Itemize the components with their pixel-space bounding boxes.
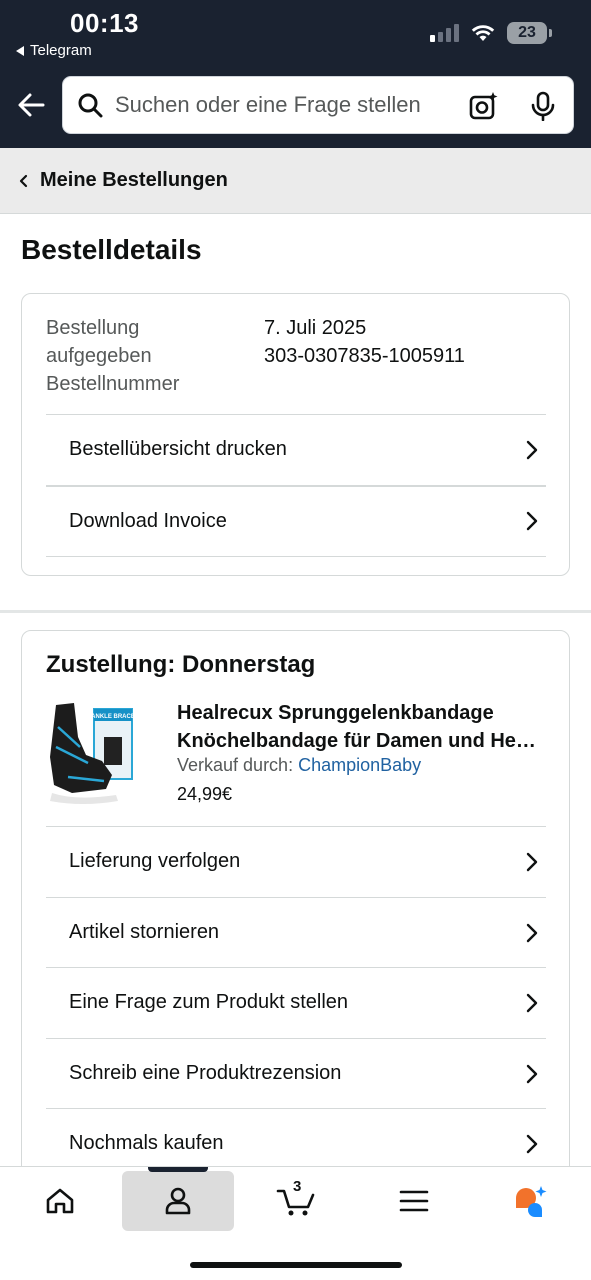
search-bar[interactable] xyxy=(62,76,574,134)
rufus-assistant-icon xyxy=(516,1186,547,1217)
order-number: 303-0307835-1005911 xyxy=(264,345,465,367)
chevron-right-icon xyxy=(526,1134,538,1153)
breadcrumb[interactable]: Meine Bestellungen xyxy=(0,148,591,214)
buy-again-label: Nochmals kaufen xyxy=(69,1132,224,1154)
chevron-right-icon xyxy=(526,511,538,531)
back-arrow-icon[interactable] xyxy=(16,90,46,120)
search-input[interactable] xyxy=(115,92,455,118)
seller-link[interactable]: ChampionBaby xyxy=(298,755,421,775)
order-date: 7. Juli 2025 xyxy=(264,317,367,339)
ask-product-question-row[interactable]: Eine Frage zum Produkt stellen xyxy=(46,967,546,1037)
back-app-label: Telegram xyxy=(30,42,92,59)
nav-account[interactable] xyxy=(158,1181,198,1221)
chevron-right-icon xyxy=(526,923,538,942)
status-icons: 23 xyxy=(430,22,552,44)
microphone-icon[interactable] xyxy=(529,91,557,121)
print-order-summary-label: Bestellübersicht drucken xyxy=(69,438,287,460)
order-number-label: Bestellnummer xyxy=(46,373,180,395)
product-title[interactable]: Healrecux Sprunggelenkbandage Knöchelban… xyxy=(177,699,547,755)
cancel-item-row[interactable]: Artikel stornieren xyxy=(46,897,546,967)
home-icon xyxy=(46,1188,74,1214)
product-image-box-label: ANKLE BRACE xyxy=(91,714,135,720)
chevron-right-icon xyxy=(526,993,538,1012)
section-divider xyxy=(0,610,591,613)
order-meta-labels: Bestellung aufgegeben Bestellnummer xyxy=(46,314,246,398)
nav-menu[interactable] xyxy=(394,1181,434,1221)
chevron-right-icon xyxy=(526,852,538,871)
write-review-label: Schreib eine Produktrezension xyxy=(69,1062,342,1084)
nav-home[interactable] xyxy=(40,1181,80,1221)
delivery-status: Zustellung: Donnerstag xyxy=(46,651,316,678)
product-title-line2[interactable]: Knöchelbandage für Damen und He… xyxy=(177,727,547,755)
hamburger-menu-icon xyxy=(399,1190,429,1212)
status-time: 00:13 xyxy=(70,8,139,38)
camera-search-icon[interactable] xyxy=(469,91,499,121)
track-package-label: Lieferung verfolgen xyxy=(69,850,241,872)
chevron-right-icon xyxy=(526,1064,538,1083)
nav-cart[interactable]: 3 xyxy=(276,1178,316,1221)
order-placed-label-line1: Bestellung xyxy=(46,317,140,339)
person-icon xyxy=(165,1187,191,1215)
download-invoice-label: Download Invoice xyxy=(69,509,227,532)
order-placed-label-line2: aufgegeben xyxy=(46,345,152,367)
breadcrumb-label[interactable]: Meine Bestellungen xyxy=(40,169,228,192)
order-meta-values: 7. Juli 2025 303-0307835-1005911 xyxy=(264,314,465,370)
track-package-row[interactable]: Lieferung verfolgen xyxy=(46,826,546,896)
chevron-right-icon xyxy=(526,440,538,459)
battery-indicator: 23 xyxy=(507,22,552,44)
divider xyxy=(46,556,546,557)
seller-info: Verkauf durch: ChampionBaby xyxy=(177,755,421,776)
back-triangle-icon xyxy=(16,45,24,56)
search-icon xyxy=(78,93,103,118)
page-title: Bestelldetails xyxy=(21,234,202,265)
product-title-line1[interactable]: Healrecux Sprunggelenkbandage xyxy=(177,699,547,727)
product-price: 24,99€ xyxy=(177,784,233,804)
write-review-row[interactable]: Schreib eine Produktrezension xyxy=(46,1038,546,1108)
back-to-app-link[interactable]: Telegram xyxy=(16,42,92,59)
print-order-summary-row[interactable]: Bestellübersicht drucken xyxy=(46,414,546,484)
home-indicator[interactable] xyxy=(190,1262,402,1268)
product-image[interactable]: ANKLE BRACE xyxy=(46,697,136,807)
chevron-left-icon xyxy=(19,174,28,187)
cancel-item-label: Artikel stornieren xyxy=(69,921,220,943)
seller-label: Verkauf durch: xyxy=(177,755,294,775)
shipment-card: Zustellung: Donnerstag ANKLE BRACE Healr… xyxy=(21,630,570,1190)
cart-count-badge: 3 xyxy=(293,1178,302,1195)
wifi-icon xyxy=(471,25,495,41)
nav-assistant[interactable] xyxy=(510,1181,550,1221)
download-invoice-row[interactable]: Download Invoice xyxy=(46,485,546,555)
active-tab-indicator xyxy=(148,1167,208,1172)
cellular-signal-icon xyxy=(430,24,459,42)
order-info-card: Bestellung aufgegeben Bestellnummer 7. J… xyxy=(21,293,570,576)
ask-product-question-label: Eine Frage zum Produkt stellen xyxy=(69,991,349,1013)
top-header: 00:13 Telegram 23 xyxy=(0,0,591,148)
